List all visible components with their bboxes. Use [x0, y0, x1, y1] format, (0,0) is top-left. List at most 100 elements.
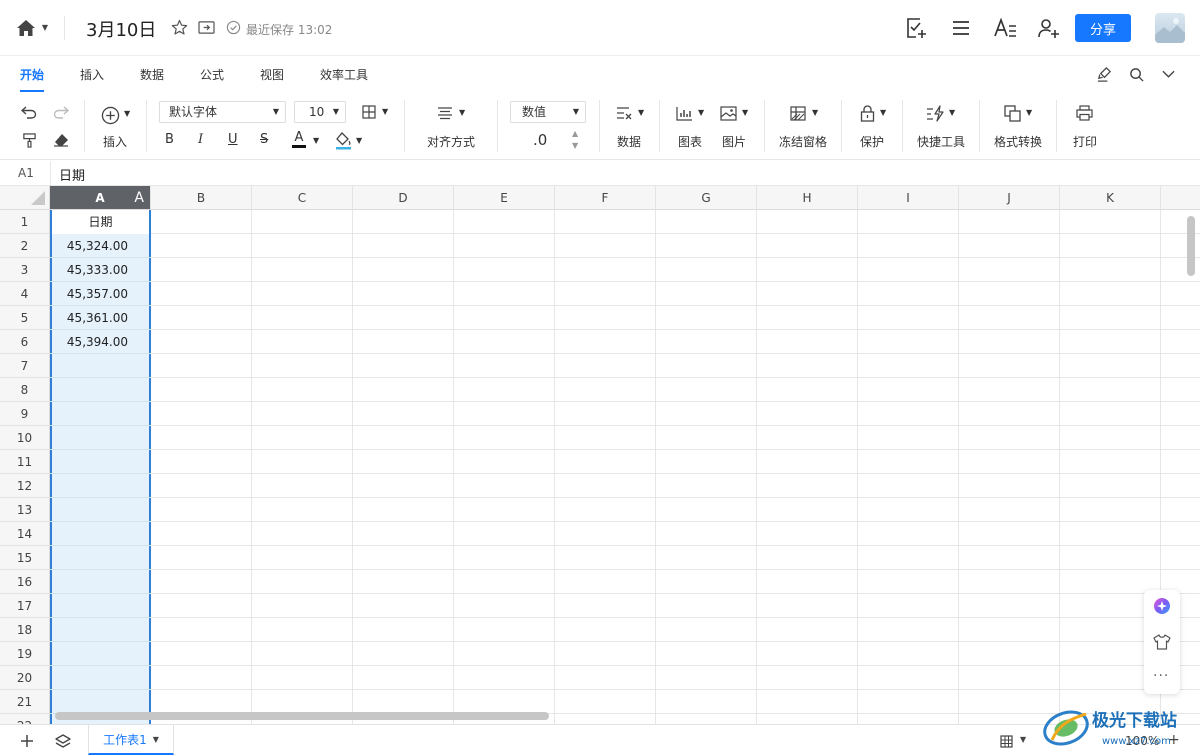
column-header-g[interactable]: G — [656, 186, 757, 210]
row-header[interactable]: 7 — [0, 354, 50, 378]
row-header[interactable]: 3 — [0, 258, 50, 282]
tab-view[interactable]: 视图 — [260, 66, 284, 83]
row-header[interactable]: 2 — [0, 234, 50, 258]
insert-chevron-down-icon[interactable]: ▼ — [124, 109, 130, 118]
tab-insert[interactable]: 插入 — [80, 66, 104, 83]
row-header[interactable]: 14 — [0, 522, 50, 546]
format-painter-icon[interactable] — [20, 132, 38, 148]
view-mode-icon[interactable] — [998, 733, 1014, 749]
column-header-k[interactable]: K — [1060, 186, 1161, 210]
cell-a5[interactable]: 45,361.00 — [50, 306, 151, 330]
document-title[interactable]: 3月10日 — [86, 16, 156, 42]
freeze-chevron-down-icon[interactable]: ▼ — [812, 108, 818, 117]
column-header-b[interactable]: B — [151, 186, 252, 210]
underline-button[interactable]: U — [228, 132, 238, 147]
decimal-button[interactable]: .0 — [533, 131, 547, 149]
font-family-select[interactable]: 默认字体 ▼ — [159, 101, 286, 123]
row-header[interactable]: 12 — [0, 474, 50, 498]
row-header[interactable]: 4 — [0, 282, 50, 306]
format-convert-icon[interactable] — [1003, 104, 1021, 122]
document-check-add-icon[interactable] — [904, 16, 928, 40]
protect-chevron-down-icon[interactable]: ▼ — [880, 108, 886, 117]
insert-plus-icon[interactable] — [99, 104, 121, 126]
fill-color-chevron-down-icon[interactable]: ▼ — [356, 136, 362, 145]
column-header-j[interactable]: J — [959, 186, 1060, 210]
print-icon[interactable] — [1075, 104, 1093, 122]
print-label[interactable]: 打印 — [1073, 133, 1097, 150]
column-header-h[interactable]: H — [757, 186, 858, 210]
cell-reference-box[interactable]: A1 — [18, 166, 34, 180]
spreadsheet-grid[interactable]: A A B C D E F G H I J K 1 2 3 4 5 6 7 8 … — [0, 186, 1200, 724]
sheet-tab-chevron-down-icon[interactable]: ▼ — [153, 735, 159, 744]
avatar[interactable] — [1155, 13, 1185, 43]
tab-efficiency-tools[interactable]: 效率工具 — [320, 66, 368, 83]
redo-icon[interactable] — [52, 104, 70, 120]
picture-icon[interactable] — [719, 105, 737, 121]
data-chevron-down-icon[interactable]: ▼ — [638, 108, 644, 117]
number-format-select[interactable]: 数值 ▼ — [510, 101, 586, 123]
quick-tools-label[interactable]: 快捷工具 — [917, 133, 965, 150]
home-icon[interactable] — [14, 16, 38, 40]
row-header[interactable]: 18 — [0, 618, 50, 642]
row-header[interactable]: 15 — [0, 546, 50, 570]
fill-color-icon[interactable] — [334, 132, 352, 150]
italic-button[interactable]: I — [198, 132, 203, 147]
sheet-tab[interactable]: 工作表1 ▼ — [88, 725, 174, 755]
align-icon[interactable] — [436, 105, 454, 121]
cell-a4[interactable]: 45,357.00 — [50, 282, 151, 306]
search-icon[interactable] — [1126, 64, 1146, 84]
menu-icon[interactable] — [949, 16, 973, 40]
text-style-icon[interactable] — [992, 16, 1018, 40]
row-header[interactable]: 5 — [0, 306, 50, 330]
cell-a6[interactable]: 45,394.00 — [50, 330, 151, 354]
row-header[interactable]: 17 — [0, 594, 50, 618]
add-collaborator-icon[interactable] — [1036, 16, 1060, 40]
tab-start[interactable]: 开始 — [20, 66, 45, 92]
cell-gridlines[interactable] — [50, 210, 1200, 724]
more-options-icon[interactable]: ··· — [1153, 668, 1169, 684]
select-all-corner[interactable] — [0, 186, 50, 210]
sheet-list-icon[interactable] — [54, 732, 72, 750]
row-header[interactable]: 13 — [0, 498, 50, 522]
star-icon[interactable] — [170, 18, 188, 36]
row-header[interactable]: 19 — [0, 642, 50, 666]
row-header[interactable]: 10 — [0, 426, 50, 450]
protect-label[interactable]: 保护 — [860, 133, 884, 150]
collapse-ribbon-icon[interactable] — [1158, 64, 1178, 84]
freeze-label[interactable]: 冻结窗格 — [779, 133, 827, 150]
row-header[interactable]: 9 — [0, 402, 50, 426]
row-header[interactable]: 22 — [0, 714, 50, 724]
ai-assistant-icon[interactable] — [1152, 596, 1172, 616]
column-header-e[interactable]: E — [454, 186, 555, 210]
vertical-scrollbar[interactable] — [1187, 216, 1195, 276]
column-header-c[interactable]: C — [252, 186, 353, 210]
column-header-next[interactable] — [1161, 186, 1200, 210]
borders-icon[interactable] — [361, 104, 377, 120]
decimal-decrease-icon[interactable]: ▼ — [572, 141, 578, 150]
tab-data[interactable]: 数据 — [140, 66, 164, 83]
quick-tools-chevron-down-icon[interactable]: ▼ — [949, 108, 955, 117]
freeze-panes-icon[interactable] — [789, 105, 807, 121]
borders-chevron-down-icon[interactable]: ▼ — [382, 107, 388, 116]
quick-tools-icon[interactable] — [925, 104, 945, 122]
font-size-select[interactable]: 10 ▼ — [294, 101, 346, 123]
chart-icon[interactable] — [675, 105, 693, 121]
lock-icon[interactable] — [858, 104, 876, 122]
home-chevron-down-icon[interactable]: ▼ — [40, 20, 50, 34]
move-to-folder-icon[interactable] — [197, 18, 215, 36]
insert-label[interactable]: 插入 — [103, 133, 127, 150]
cell-a1[interactable]: 日期 — [50, 210, 151, 234]
decimal-increase-icon[interactable]: ▲ — [572, 129, 578, 138]
column-header-a[interactable]: A A — [50, 186, 151, 210]
row-header[interactable]: 21 — [0, 690, 50, 714]
clear-format-icon[interactable] — [52, 132, 70, 148]
row-header[interactable]: 8 — [0, 378, 50, 402]
chart-chevron-down-icon[interactable]: ▼ — [698, 108, 704, 117]
format-convert-chevron-down-icon[interactable]: ▼ — [1026, 108, 1032, 117]
view-mode-chevron-down-icon[interactable]: ▼ — [1020, 735, 1026, 744]
cell-a2[interactable]: 45,324.00 — [50, 234, 151, 258]
column-filter-glyph[interactable]: A — [134, 186, 144, 210]
column-header-f[interactable]: F — [555, 186, 656, 210]
shirt-theme-icon[interactable] — [1152, 632, 1172, 652]
undo-icon[interactable] — [20, 104, 38, 120]
